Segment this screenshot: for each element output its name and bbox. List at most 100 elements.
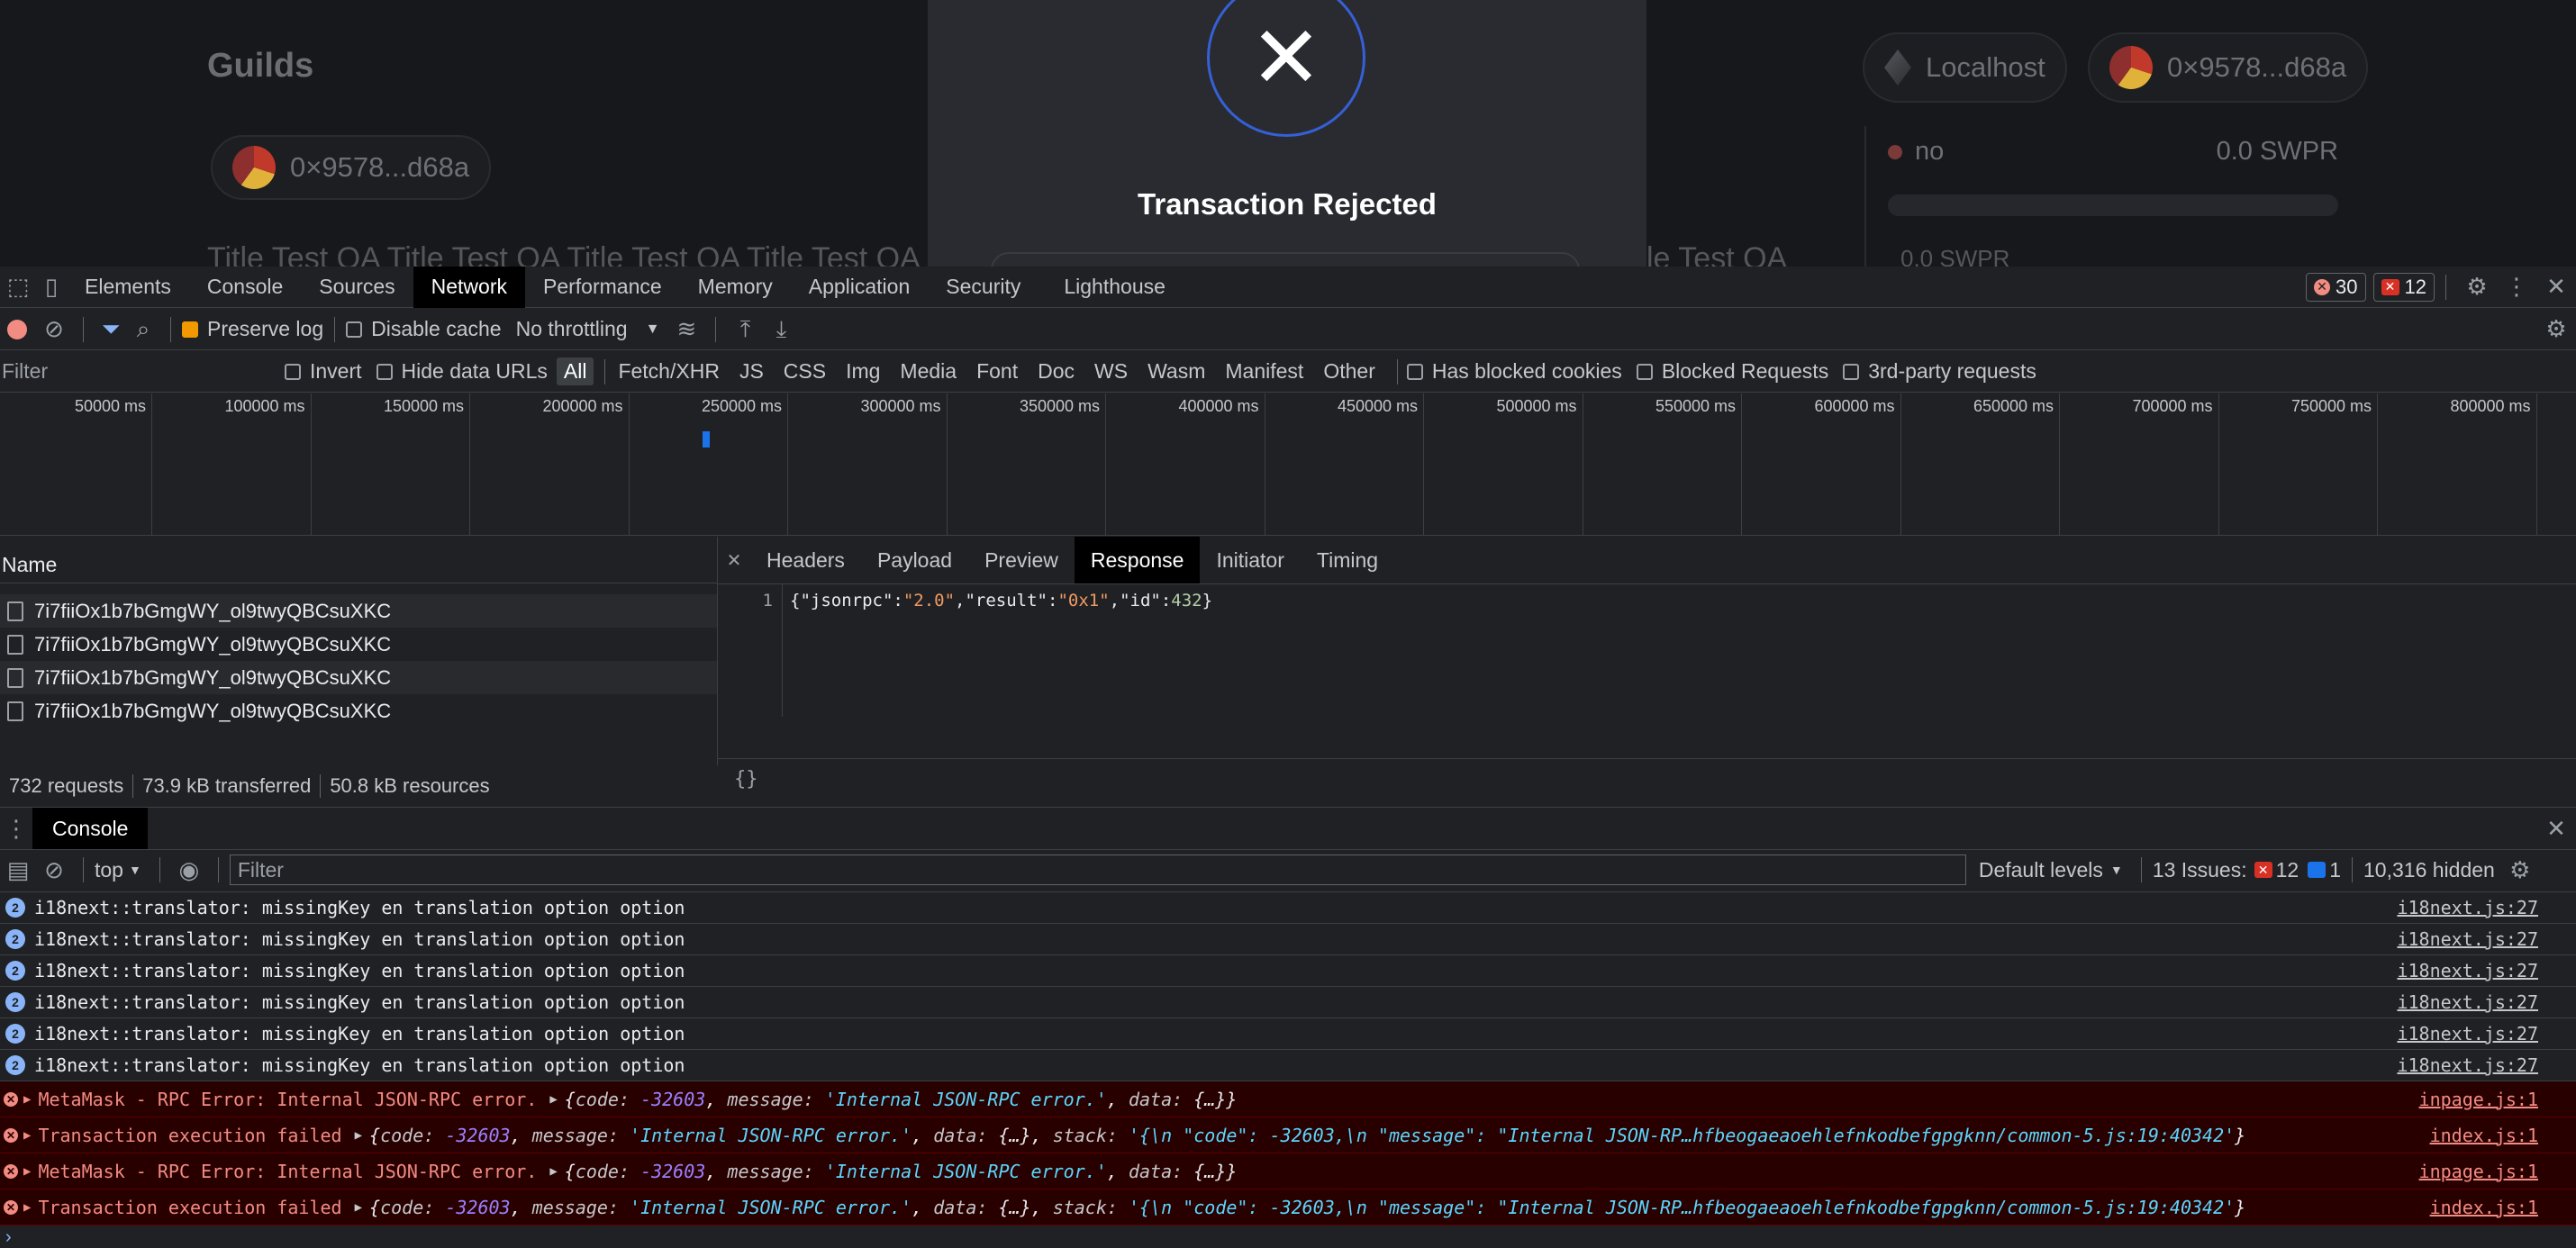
request-row[interactable]: 7i7fiiOx1b7bGmgWY_ol9twyQBCsuXKC xyxy=(0,694,717,728)
request-row[interactable]: 7i7fiiOx1b7bGmgWY_ol9twyQBCsuXKC xyxy=(0,661,717,694)
hide-data-urls-checkbox[interactable] xyxy=(376,363,393,380)
tab-lighthouse[interactable]: Lighthouse xyxy=(1046,267,1184,308)
tab-network[interactable]: Network xyxy=(413,266,525,308)
tab-preview[interactable]: Preview xyxy=(968,537,1075,583)
filter-type-js[interactable]: JS xyxy=(732,357,771,385)
close-drawer-icon[interactable]: ✕ xyxy=(2536,815,2576,843)
expand-triangle-icon[interactable]: ▶ xyxy=(23,1092,31,1107)
wallet-chip[interactable]: 0×9578...d68a xyxy=(211,135,492,200)
throttling-select[interactable]: No throttling xyxy=(516,317,628,341)
import-har-icon[interactable]: ⤒ xyxy=(727,315,763,344)
error-object[interactable]: {code: -32603, message: 'Internal JSON-R… xyxy=(369,1197,2245,1218)
filter-type-other[interactable]: Other xyxy=(1316,357,1383,385)
error-object[interactable]: {code: -32603, message: 'Internal JSON-R… xyxy=(565,1161,1238,1182)
log-levels-select[interactable]: Default levels xyxy=(1979,858,2103,882)
live-expression-eye-icon[interactable]: ◉ xyxy=(171,856,207,884)
drawer-menu-icon[interactable]: ⋮ xyxy=(0,815,32,843)
expand-triangle-icon[interactable]: ▶ xyxy=(549,1164,557,1179)
console-filter-input[interactable]: Filter xyxy=(229,855,1966,885)
expand-triangle-icon[interactable]: ▶ xyxy=(355,1128,362,1143)
filter-type-wasm[interactable]: Wasm xyxy=(1140,357,1212,385)
tab-application[interactable]: Application xyxy=(791,267,929,308)
filter-type-img[interactable]: Img xyxy=(839,357,887,385)
name-column-header[interactable]: Name xyxy=(0,537,717,583)
error-count-badge[interactable]: ✕ 30 xyxy=(2306,272,2366,302)
filter-type-all[interactable]: All xyxy=(556,357,594,385)
more-menu-icon[interactable]: ⋮ xyxy=(2497,273,2536,301)
error-object[interactable]: {code: -32603, message: 'Internal JSON-R… xyxy=(565,1089,1238,1110)
source-link[interactable]: index.js:1 xyxy=(2430,1125,2538,1146)
filter-icon[interactable]: ⏷ xyxy=(95,315,127,344)
device-toolbar-icon[interactable]: ▯ xyxy=(36,273,67,301)
error-object[interactable]: {code: -32603, message: 'Internal JSON-R… xyxy=(369,1125,2245,1146)
network-filter-input[interactable]: Filter xyxy=(0,359,272,384)
tab-payload[interactable]: Payload xyxy=(861,537,968,583)
network-overview[interactable]: 50000 ms 100000 ms 150000 ms 200000 ms 25000… xyxy=(0,393,2576,536)
tab-initiator[interactable]: Initiator xyxy=(1200,537,1300,583)
search-icon[interactable]: ⌕ xyxy=(127,315,159,344)
expand-triangle-icon[interactable]: ▶ xyxy=(549,1092,557,1107)
expand-triangle-icon[interactable]: ▶ xyxy=(23,1200,31,1215)
tab-headers[interactable]: Headers xyxy=(750,537,861,583)
request-row[interactable]: 7i7fiiOx1b7bGmgWY_ol9twyQBCsuXKC xyxy=(0,594,717,628)
blocked-cookies-checkbox[interactable] xyxy=(1406,363,1423,380)
filter-type-css[interactable]: CSS xyxy=(776,357,833,385)
issues-label[interactable]: 13 Issues: xyxy=(2153,858,2247,882)
invert-checkbox[interactable] xyxy=(285,363,301,380)
source-link[interactable]: inpage.js:1 xyxy=(2419,1161,2538,1182)
source-link[interactable]: i18next.js:27 xyxy=(2397,991,2538,1013)
network-button[interactable]: Localhost xyxy=(1863,32,2067,103)
close-icon[interactable]: ✕ xyxy=(1207,0,1365,137)
clear-icon[interactable]: ⊘ xyxy=(36,315,72,343)
timeline-request-marker xyxy=(703,431,710,448)
console-settings-gear-icon[interactable]: ⚙ xyxy=(2500,856,2540,884)
source-link[interactable]: index.js:1 xyxy=(2430,1197,2538,1218)
expand-triangle-icon[interactable]: ▶ xyxy=(23,1164,31,1179)
inspect-icon[interactable]: ⬚ xyxy=(0,273,36,301)
blocked-requests-checkbox[interactable] xyxy=(1636,363,1653,380)
expand-triangle-icon[interactable]: ▶ xyxy=(355,1200,362,1215)
export-har-icon[interactable]: ⤓ xyxy=(763,315,799,344)
source-link[interactable]: i18next.js:27 xyxy=(2397,897,2538,918)
issue-count-badge[interactable]: ✕ 12 xyxy=(2372,272,2435,302)
sidebar-toggle-icon[interactable]: ▤ xyxy=(0,856,36,884)
preserve-log-checkbox[interactable] xyxy=(182,321,198,338)
source-link[interactable]: i18next.js:27 xyxy=(2397,1054,2538,1076)
network-conditions-icon[interactable]: ≋ xyxy=(668,315,704,343)
console-prompt-icon[interactable]: › xyxy=(5,1227,12,1248)
network-settings-gear-icon[interactable]: ⚙ xyxy=(2536,315,2576,343)
source-link[interactable]: i18next.js:27 xyxy=(2397,928,2538,950)
close-detail-icon[interactable]: ✕ xyxy=(718,549,750,572)
close-devtools-icon[interactable]: ✕ xyxy=(2536,273,2576,301)
modal-button[interactable] xyxy=(991,252,1580,267)
tab-timing[interactable]: Timing xyxy=(1301,537,1394,583)
tab-console-drawer[interactable]: Console xyxy=(32,808,149,849)
account-button[interactable]: 0×9578...d68a xyxy=(2088,32,2369,103)
filter-type-media[interactable]: Media xyxy=(893,357,964,385)
filter-type-ws[interactable]: WS xyxy=(1087,357,1135,385)
filter-type-font[interactable]: Font xyxy=(969,357,1025,385)
context-select[interactable]: top xyxy=(95,858,123,882)
tab-elements[interactable]: Elements xyxy=(67,267,189,308)
request-row[interactable]: 7i7fiiOx1b7bGmgWY_ol9twyQBCsuXKC xyxy=(0,628,717,661)
expand-triangle-icon[interactable]: ▶ xyxy=(23,1128,31,1143)
source-link[interactable]: i18next.js:27 xyxy=(2397,1023,2538,1045)
tab-performance[interactable]: Performance xyxy=(525,267,680,308)
disable-cache-checkbox[interactable] xyxy=(346,321,363,338)
filter-type-doc[interactable]: Doc xyxy=(1030,357,1082,385)
source-link[interactable]: inpage.js:1 xyxy=(2419,1089,2538,1110)
tab-memory[interactable]: Memory xyxy=(680,267,791,308)
record-icon[interactable] xyxy=(7,319,27,339)
clear-console-icon[interactable]: ⊘ xyxy=(36,856,72,884)
tab-console[interactable]: Console xyxy=(189,267,301,308)
tab-sources[interactable]: Sources xyxy=(301,267,413,308)
filter-type-manifest[interactable]: Manifest xyxy=(1218,357,1311,385)
filter-type-fetch[interactable]: Fetch/XHR xyxy=(611,357,726,385)
tab-response[interactable]: Response xyxy=(1074,537,1201,583)
response-viewer[interactable]: 1 {"jsonrpc":"2.0","result":"0x1","id":4… xyxy=(718,583,2576,717)
tab-security[interactable]: Security xyxy=(928,267,1039,308)
source-link[interactable]: i18next.js:27 xyxy=(2397,960,2538,981)
pretty-print-button[interactable]: {} xyxy=(718,758,2576,807)
third-party-checkbox[interactable] xyxy=(1843,363,1860,380)
settings-gear-icon[interactable]: ⚙ xyxy=(2457,273,2497,301)
